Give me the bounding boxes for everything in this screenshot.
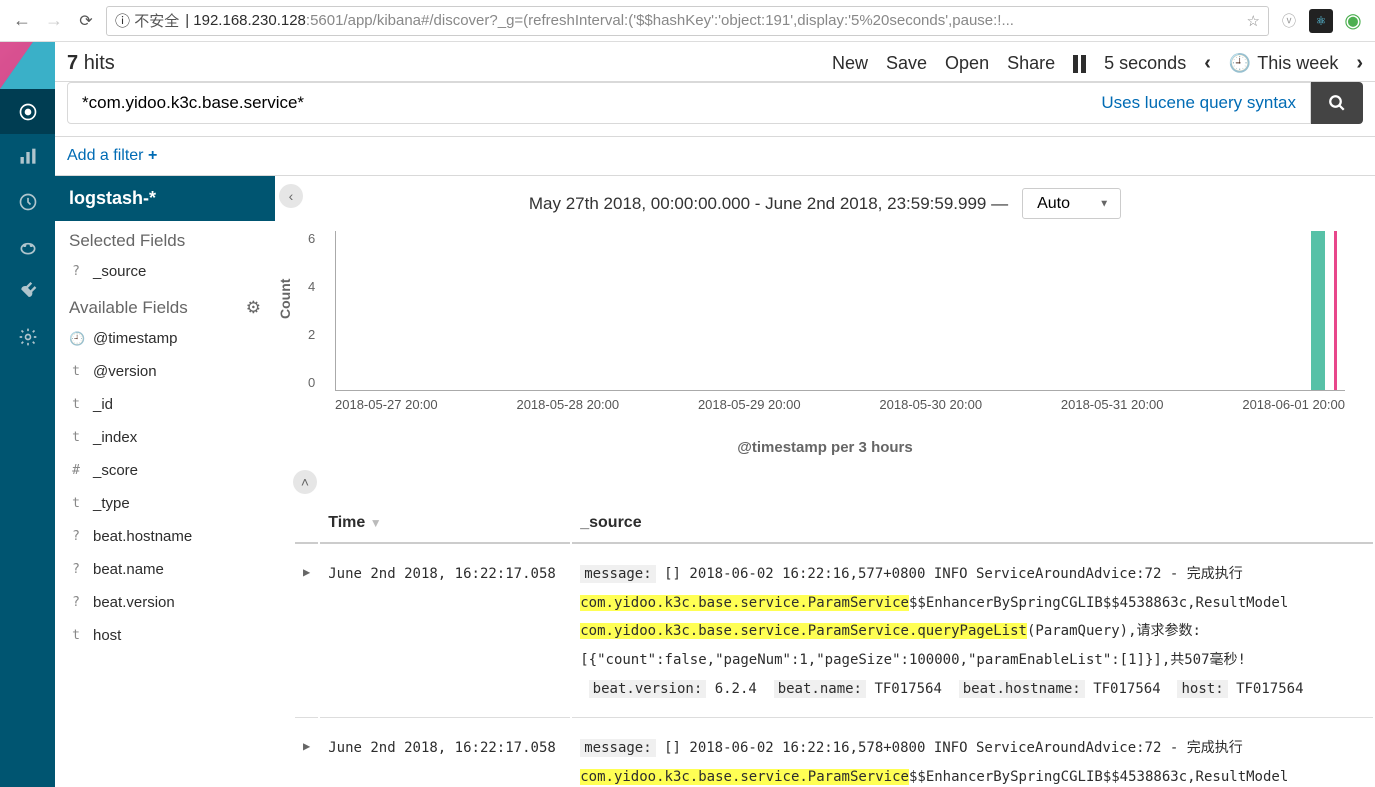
lucene-help-link[interactable]: Uses lucene query syntax: [1101, 93, 1296, 113]
highlight: com.yidoo.k3c.base.service.ParamService: [580, 595, 909, 611]
interval-select[interactable]: Auto: [1022, 188, 1121, 219]
field-item[interactable]: t_id: [55, 388, 275, 421]
histogram-header: May 27th 2018, 00:00:00.000 - June 2nd 2…: [275, 176, 1375, 231]
field-key: host:: [1177, 680, 1227, 698]
field-item[interactable]: ?_source: [55, 255, 275, 288]
table-row: ▶ June 2nd 2018, 16:22:17.058 message: […: [295, 546, 1373, 718]
bookmark-star-icon[interactable]: ☆: [1247, 12, 1260, 30]
new-button[interactable]: New: [832, 53, 868, 74]
reload-button[interactable]: ⟳: [74, 9, 98, 33]
nav-visualize[interactable]: [0, 134, 55, 179]
forward-button[interactable]: →: [42, 9, 66, 33]
field-key: message:: [580, 565, 655, 583]
gear-icon[interactable]: ⚙: [246, 298, 261, 318]
url-bar[interactable]: ⓘ 不安全 | 192.168.230.128:5601/app/kibana#…: [106, 6, 1269, 36]
y-ticks: 6420: [308, 231, 315, 390]
field-item[interactable]: t@version: [55, 355, 275, 388]
date-range-label: May 27th 2018, 00:00:00.000 - June 2nd 2…: [529, 194, 1008, 214]
histogram-marker: [1334, 231, 1337, 390]
extension-icon-react[interactable]: ⚛: [1309, 9, 1333, 33]
back-button[interactable]: ←: [10, 9, 34, 33]
field-key: beat.version:: [589, 680, 707, 698]
row-time: June 2nd 2018, 16:22:17.058: [320, 720, 570, 787]
time-prev-button[interactable]: ‹: [1204, 52, 1211, 75]
y-axis-label: Count: [277, 279, 293, 319]
time-picker[interactable]: 🕘 This week: [1229, 53, 1338, 74]
index-pattern-selector[interactable]: logstash-*: [55, 176, 275, 221]
url-path: /app/kibana#/discover?_g=(refreshInterva…: [343, 12, 1240, 29]
kibana-nav-rail: [0, 42, 55, 787]
highlight: com.yidoo.k3c.base.service.ParamService: [580, 769, 909, 785]
kibana-logo[interactable]: [0, 42, 55, 89]
query-bar: Uses lucene query syntax: [55, 82, 1375, 137]
nav-timelion[interactable]: [0, 224, 55, 269]
field-item[interactable]: thost: [55, 619, 275, 652]
insecure-label: 不安全: [134, 10, 179, 31]
discover-topbar: 7 hits New Save Open Share 5 seconds ‹ 🕘…: [55, 42, 1375, 82]
nav-management[interactable]: [0, 314, 55, 359]
extension-icon-1[interactable]: ⓥ: [1277, 9, 1301, 33]
field-item[interactable]: 🕘@timestamp: [55, 322, 275, 355]
search-button[interactable]: [1311, 82, 1363, 124]
hit-count: 7 hits: [67, 52, 115, 75]
x-ticks: 2018-05-27 20:00 2018-05-28 20:00 2018-0…: [335, 391, 1345, 412]
pause-refresh-icon[interactable]: [1073, 55, 1086, 73]
open-button[interactable]: Open: [945, 53, 989, 74]
nav-dashboard[interactable]: [0, 179, 55, 224]
field-key: beat.name:: [774, 680, 866, 698]
info-icon: ⓘ: [115, 10, 130, 31]
clock-icon: 🕘: [69, 331, 83, 347]
share-button[interactable]: Share: [1007, 53, 1055, 74]
time-next-button[interactable]: ›: [1356, 52, 1363, 75]
nav-discover[interactable]: [0, 89, 55, 134]
table-row: ▶ June 2nd 2018, 16:22:17.058 message: […: [295, 720, 1373, 787]
sort-desc-icon: ▼: [370, 516, 382, 530]
refresh-interval[interactable]: 5 seconds: [1104, 53, 1186, 74]
field-key: beat.hostname:: [959, 680, 1085, 698]
field-item[interactable]: ?beat.version: [55, 586, 275, 619]
field-sidebar: logstash-* Selected Fields ?_source Avai…: [55, 176, 275, 787]
url-port: :5601: [306, 12, 344, 29]
field-item[interactable]: ?beat.name: [55, 553, 275, 586]
filter-bar: Add a filter +: [55, 137, 1375, 176]
expand-row-button[interactable]: ▶: [295, 720, 318, 787]
results-panel: ‹ May 27th 2018, 00:00:00.000 - June 2nd…: [275, 176, 1375, 787]
add-filter-link[interactable]: Add a filter +: [67, 147, 157, 164]
row-source: message: [] 2018-06-02 16:22:16,578+0800…: [572, 720, 1373, 787]
field-item[interactable]: t_index: [55, 421, 275, 454]
expand-row-button[interactable]: ▶: [295, 546, 318, 718]
field-item[interactable]: #_score: [55, 454, 275, 487]
x-axis-label: @timestamp per 3 hours: [275, 431, 1375, 470]
extension-icon-3[interactable]: ◉: [1341, 9, 1365, 33]
available-fields-title: Available Fields ⚙: [55, 288, 275, 322]
plus-icon: +: [148, 147, 157, 164]
nav-devtools[interactable]: [0, 269, 55, 314]
field-item[interactable]: t_type: [55, 487, 275, 520]
time-range-label: This week: [1257, 53, 1338, 74]
collapse-histogram-button[interactable]: ˄: [293, 470, 317, 494]
histogram-chart[interactable]: Count 6420 2018-05-27 20:00 2018-05-28 2…: [275, 231, 1375, 431]
field-item[interactable]: ?beat.hostname: [55, 520, 275, 553]
collapse-sidebar-button[interactable]: ‹: [279, 184, 303, 208]
save-button[interactable]: Save: [886, 53, 927, 74]
row-time: June 2nd 2018, 16:22:17.058: [320, 546, 570, 718]
column-source[interactable]: _source: [572, 504, 1373, 544]
document-table: Time ▼ _source ▶ June 2nd 2018, 16:22:17…: [293, 502, 1375, 787]
browser-toolbar: ← → ⟳ ⓘ 不安全 | 192.168.230.128:5601/app/k…: [0, 0, 1375, 42]
histogram-bar[interactable]: [1311, 231, 1325, 390]
row-source: message: [] 2018-06-02 16:22:16,577+0800…: [572, 546, 1373, 718]
field-key: message:: [580, 739, 655, 757]
query-input[interactable]: [82, 93, 1101, 113]
column-time[interactable]: Time ▼: [320, 504, 570, 544]
clock-icon: 🕘: [1229, 53, 1251, 74]
highlight: com.yidoo.k3c.base.service.ParamService.…: [580, 623, 1027, 639]
selected-fields-title: Selected Fields: [55, 221, 275, 255]
url-host: 192.168.230.128: [193, 12, 306, 29]
search-icon: [1328, 94, 1346, 112]
